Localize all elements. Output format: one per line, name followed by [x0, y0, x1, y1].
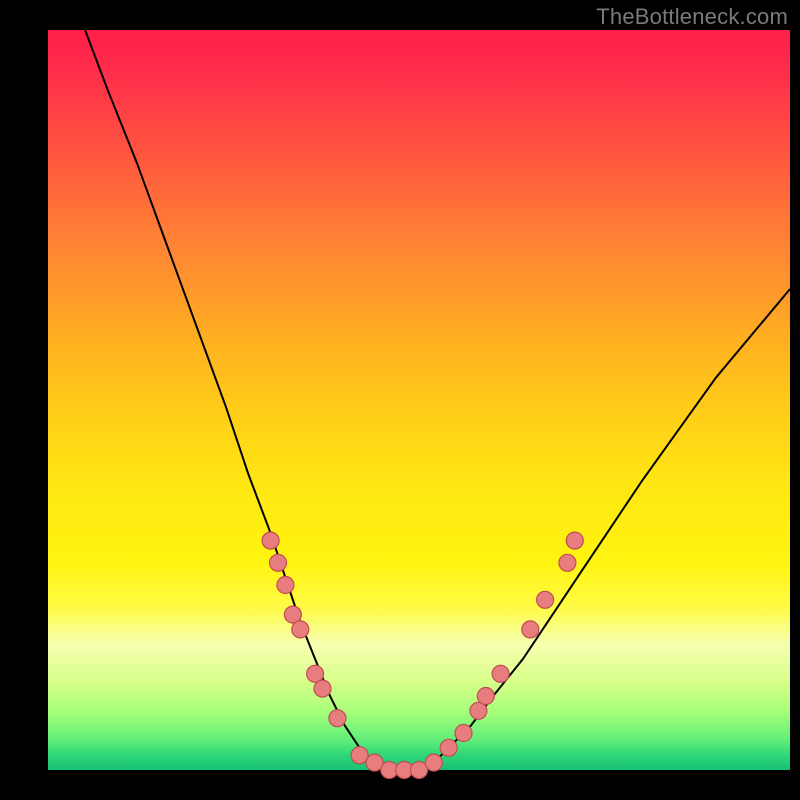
- marker-dot: [277, 577, 294, 594]
- marker-dot: [270, 554, 287, 571]
- marker-dot: [455, 725, 472, 742]
- watermark-text: TheBottleneck.com: [596, 4, 788, 30]
- marker-dot: [329, 710, 346, 727]
- marker-dot: [559, 554, 576, 571]
- marker-dot: [537, 591, 554, 608]
- marker-dot: [292, 621, 309, 638]
- curve-svg: [48, 30, 790, 770]
- bottleneck-curve: [85, 30, 790, 770]
- marker-group: [262, 532, 583, 778]
- chart-frame: TheBottleneck.com: [0, 0, 800, 800]
- marker-dot: [522, 621, 539, 638]
- marker-dot: [425, 754, 442, 771]
- marker-dot: [314, 680, 331, 697]
- marker-dot: [262, 532, 279, 549]
- marker-dot: [492, 665, 509, 682]
- plot-area: [48, 30, 790, 770]
- marker-dot: [440, 739, 457, 756]
- marker-dot: [477, 688, 494, 705]
- marker-dot: [566, 532, 583, 549]
